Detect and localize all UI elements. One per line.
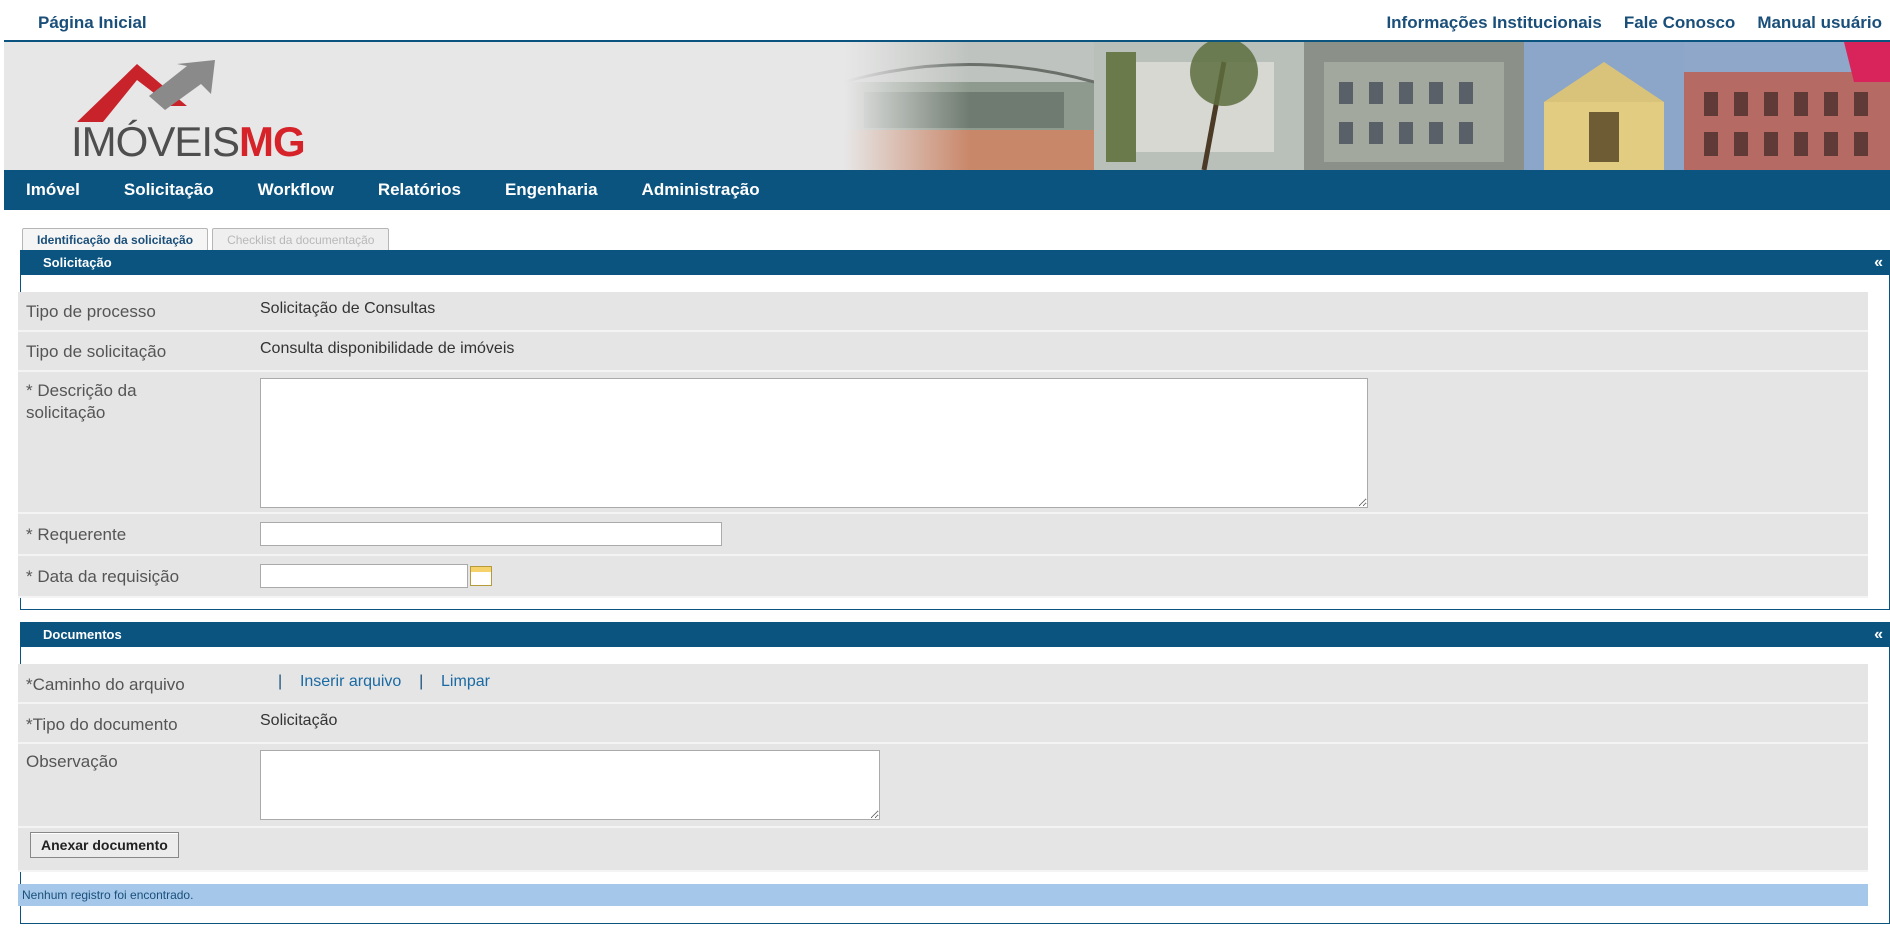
anexar-documento-button[interactable]: Anexar documento [30,832,179,858]
observacao-label: Observação [26,752,118,771]
limpar-link[interactable]: Limpar [441,673,490,690]
calendar-icon[interactable] [470,566,492,586]
anexar-row [18,828,1868,872]
nav-administracao[interactable]: Administração [620,180,782,200]
nav-imovel[interactable]: Imóvel [4,180,102,200]
tipo-processo-row: Tipo de processo Solicitação de Consulta… [18,292,1868,332]
observacao-textarea[interactable] [260,750,880,820]
descricao-label: * Descrição da solicitação [26,380,137,424]
descricao-label-line1: * Descrição da [26,381,137,400]
nav-solicitacao[interactable]: Solicitação [102,180,236,200]
requerente-input[interactable] [260,522,722,546]
collapse-icon[interactable]: « [1874,623,1883,647]
requerente-label: * Requerente [26,525,127,544]
documentos-panel-title: Documentos [43,627,122,642]
caminho-arquivo-label: *Caminho do arquivo [26,675,185,694]
inserir-arquivo-link[interactable]: Inserir arquivo [300,673,401,690]
tipo-processo-label: Tipo de processo [26,302,156,321]
tab-identificacao[interactable]: Identificação da solicitação [22,228,209,251]
tipo-documento-value: Solicitação [260,712,338,729]
nav-workflow[interactable]: Workflow [236,180,356,200]
home-link[interactable]: Página Inicial [38,13,147,33]
nav-relatorios[interactable]: Relatórios [356,180,483,200]
observacao-row: Observação [18,744,1868,828]
tipo-solicitacao-label: Tipo de solicitação [26,342,167,361]
descricao-label-line2: solicitação [26,403,106,422]
institutional-links: Informações Institucionais Fale Conosco … [1386,13,1882,33]
form-tabs: Identificação da solicitação Checklist d… [22,228,390,251]
descricao-textarea[interactable] [260,378,1368,508]
tipo-solicitacao-row: Tipo de solicitação Consulta disponibili… [18,332,1868,372]
top-link-bar: Página Inicial Informações Institucionai… [0,0,1890,40]
tab-checklist[interactable]: Checklist da documentação [212,228,390,251]
main-navigation: Imóvel Solicitação Workflow Relatórios E… [4,170,1890,210]
collapse-icon[interactable]: « [1874,251,1883,275]
house-arrow-logo-icon [77,60,215,122]
imoveismg-logo[interactable]: IMÓVEISMG [67,60,327,170]
separator: | [278,673,283,690]
tipo-processo-value: Solicitação de Consultas [260,300,436,317]
site-header: IMÓVEISMG [4,40,1890,170]
data-requisicao-input[interactable] [260,564,468,588]
contact-link[interactable]: Fale Conosco [1624,13,1735,33]
logo-text-imoveis: IMÓVEIS [71,118,240,165]
tipo-documento-row: *Tipo do documento Solicitação [18,704,1868,744]
logo-text-mg: MG [239,118,306,165]
file-actions: | Inserir arquivo | Limpar [278,673,490,691]
tipo-documento-label: *Tipo do documento [26,715,178,734]
solicitacao-panel-title: Solicitação [43,255,112,270]
descricao-row: * Descrição da solicitação [18,372,1868,514]
logo-wordmark: IMÓVEISMG [71,118,306,166]
nav-engenharia[interactable]: Engenharia [483,180,620,200]
institutional-info-link[interactable]: Informações Institucionais [1386,13,1601,33]
documentos-panel-header: Documentos « [21,623,1889,647]
empty-records-message: Nenhum registro foi encontrado. [18,884,1868,906]
caminho-arquivo-row: *Caminho do arquivo | Inserir arquivo | … [18,664,1868,704]
requerente-row: * Requerente [18,514,1868,556]
buildings-photo-banner [844,42,1890,170]
data-requisicao-label: * Data da requisição [26,567,180,586]
user-manual-link[interactable]: Manual usuário [1757,13,1882,33]
solicitacao-panel-header: Solicitação « [21,251,1889,275]
tipo-solicitacao-value: Consulta disponibilidade de imóveis [260,340,515,357]
separator: | [419,673,424,690]
data-requisicao-row: * Data da requisição [18,556,1868,598]
